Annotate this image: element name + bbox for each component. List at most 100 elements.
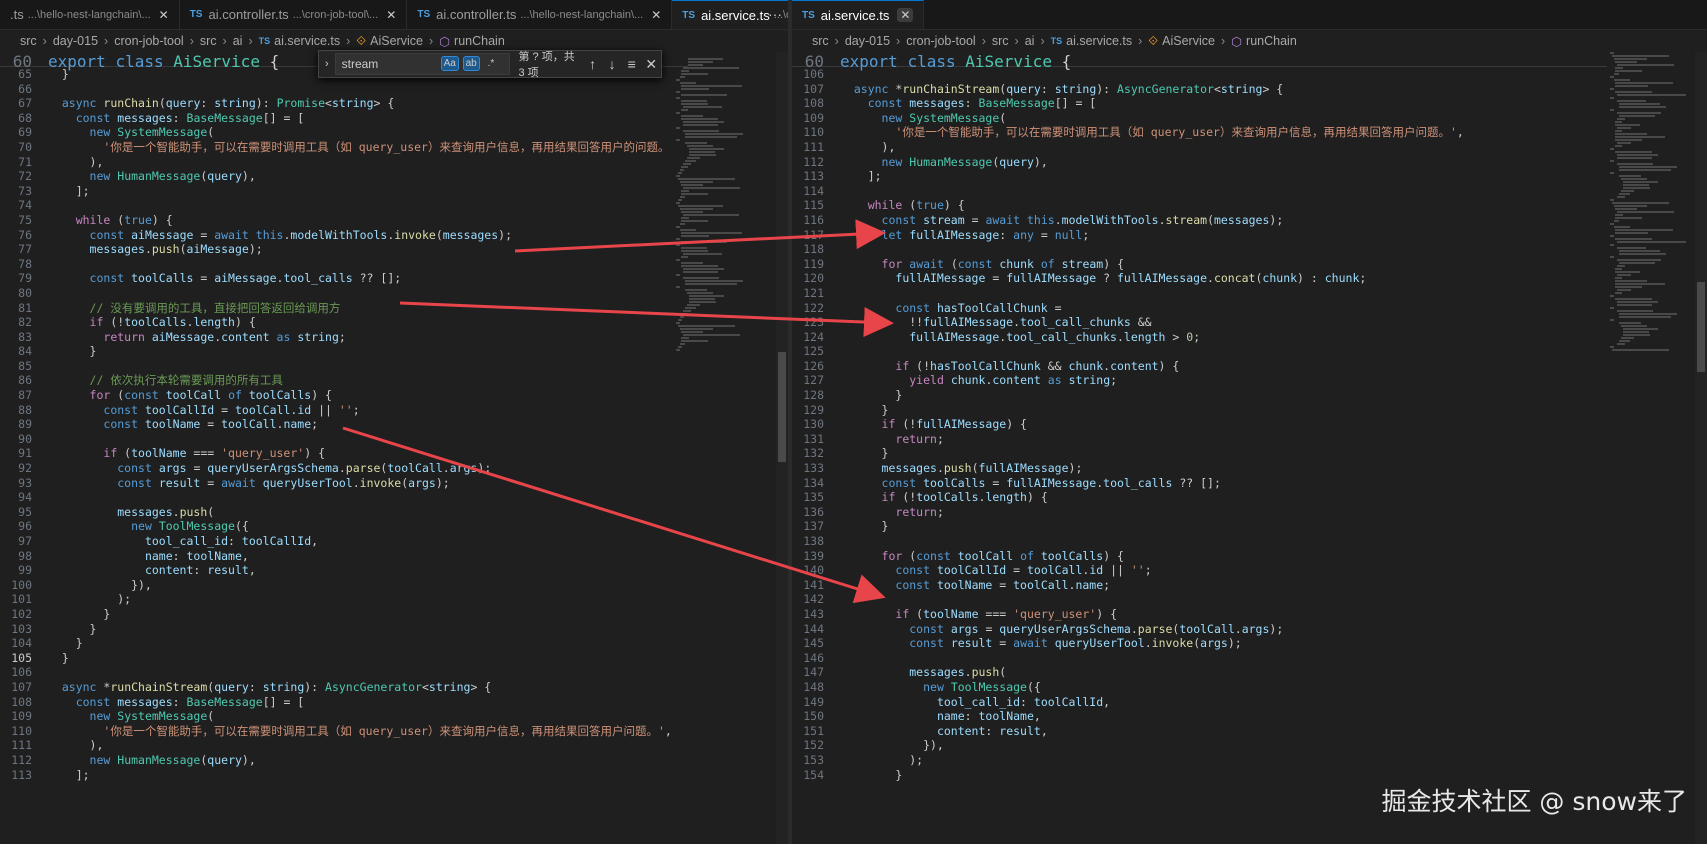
code-line[interactable]: 106 xyxy=(0,665,672,680)
code-line[interactable]: 146 xyxy=(792,651,1464,666)
code-line[interactable]: 151 content: result, xyxy=(792,724,1464,739)
code-line[interactable]: 114 xyxy=(792,184,1464,199)
code-line[interactable]: 90 xyxy=(0,432,672,447)
code-line[interactable]: 133 messages.push(fullAIMessage); xyxy=(792,461,1464,476)
editor-tab[interactable]: TS ai.controller.ts ...\hello-nest-langcha… xyxy=(407,0,673,29)
code-line[interactable]: 87 for (const toolCall of toolCalls) { xyxy=(0,388,672,403)
code-line[interactable]: 143 if (toolName === 'query_user') { xyxy=(792,607,1464,622)
code-line[interactable]: 85 xyxy=(0,359,672,374)
more-icon[interactable]: ··· xyxy=(768,6,782,22)
code-line[interactable]: 132 } xyxy=(792,446,1464,461)
code-line[interactable]: 125 xyxy=(792,344,1464,359)
code-line[interactable]: 67 async runChain(query: string): Promis… xyxy=(0,96,672,111)
code-line[interactable]: 86 // 依次执行本轮需要调用的所有工具 xyxy=(0,373,672,388)
code-line[interactable]: 103 } xyxy=(0,622,672,637)
breadcrumb-item[interactable]: ai xyxy=(233,34,243,48)
find-input[interactable]: stream Aa ab .* xyxy=(334,53,511,75)
use-regex-toggle[interactable]: .* xyxy=(486,57,497,70)
code-line[interactable]: 80 xyxy=(0,286,672,301)
code-line[interactable]: 73 ]; xyxy=(0,184,672,199)
code-line[interactable]: 105 } xyxy=(0,651,672,666)
close-icon[interactable]: ✕ xyxy=(641,56,661,73)
code-line[interactable]: 115 while (true) { xyxy=(792,198,1464,213)
match-case-toggle[interactable]: Aa xyxy=(440,56,459,71)
code-line[interactable]: 134 const toolCalls = fullAIMessage.tool… xyxy=(792,476,1464,491)
code-line[interactable]: 102 } xyxy=(0,607,672,622)
code-line[interactable]: 113 ]; xyxy=(792,169,1464,184)
code-line[interactable]: 71 ), xyxy=(0,155,672,170)
code-line[interactable]: 147 messages.push( xyxy=(792,665,1464,680)
breadcrumb-item[interactable]: day-015 xyxy=(845,34,890,48)
code-line[interactable]: 107 async *runChainStream(query: string)… xyxy=(792,82,1464,97)
breadcrumb-item[interactable]: runChain xyxy=(1246,34,1297,48)
code-line[interactable]: 120 fullAIMessage = fullAIMessage ? full… xyxy=(792,271,1464,286)
right-sticky-scroll[interactable]: 60 export class AiService { xyxy=(792,52,1607,71)
code-line[interactable]: 111 ), xyxy=(792,140,1464,155)
close-icon[interactable]: ✕ xyxy=(159,8,169,22)
code-line[interactable]: 153 ); xyxy=(792,753,1464,768)
breadcrumb-item[interactable]: day-015 xyxy=(53,34,98,48)
arrow-down-icon[interactable]: ↓ xyxy=(602,56,622,72)
code-line[interactable]: 136 return; xyxy=(792,505,1464,520)
code-line[interactable]: 95 messages.push( xyxy=(0,505,672,520)
code-line[interactable]: 107 async *runChainStream(query: string)… xyxy=(0,680,672,695)
code-line[interactable]: 135 if (!toolCalls.length) { xyxy=(792,490,1464,505)
code-line[interactable]: 110 '你是一个智能助手，可以在需要时调用工具（如 query_user）来查… xyxy=(792,125,1464,140)
find-widget[interactable]: › stream Aa ab .* 第 ? 项，共 3 项 ↑ ↓ ≡ ✕ xyxy=(318,50,662,79)
code-line[interactable]: 118 xyxy=(792,242,1464,257)
code-line[interactable]: 97 tool_call_id: toolCallId, xyxy=(0,534,672,549)
breadcrumb-item[interactable]: cron-job-tool xyxy=(114,34,183,48)
code-line[interactable]: 122 const hasToolCallChunk = xyxy=(792,301,1464,316)
code-line[interactable]: 92 const args = queryUserArgsSchema.pars… xyxy=(0,461,672,476)
code-line[interactable]: 154 } xyxy=(792,768,1464,783)
code-line[interactable]: 104 } xyxy=(0,636,672,651)
code-line[interactable]: 76 const aiMessage = await this.modelWit… xyxy=(0,228,672,243)
code-line[interactable]: 127 yield chunk.content as string; xyxy=(792,373,1464,388)
code-line[interactable]: 152 }), xyxy=(792,738,1464,753)
code-line[interactable]: 121 xyxy=(792,286,1464,301)
find-in-selection-icon[interactable]: ≡ xyxy=(622,56,642,72)
code-line[interactable]: 83 return aiMessage.content as string; xyxy=(0,330,672,345)
breadcrumb-item[interactable]: src xyxy=(992,34,1009,48)
code-line[interactable]: 109 new SystemMessage( xyxy=(792,111,1464,126)
code-line[interactable]: 77 messages.push(aiMessage); xyxy=(0,242,672,257)
code-line[interactable]: 140 const toolCallId = toolCall.id || ''… xyxy=(792,563,1464,578)
code-line[interactable]: 149 tool_call_id: toolCallId, xyxy=(792,695,1464,710)
code-line[interactable]: 129 } xyxy=(792,403,1464,418)
code-line[interactable]: 66 xyxy=(0,82,672,97)
code-line[interactable]: 88 const toolCallId = toolCall.id || ''; xyxy=(0,403,672,418)
breadcrumb-item[interactable]: src xyxy=(200,34,217,48)
code-line[interactable]: 112 new HumanMessage(query), xyxy=(792,155,1464,170)
code-line[interactable]: 130 if (!fullAIMessage) { xyxy=(792,417,1464,432)
code-line[interactable]: 89 const toolName = toolCall.name; xyxy=(0,417,672,432)
right-breadcrumb[interactable]: src › day-015 › cron-job-tool › src › ai › TS ai.se… xyxy=(792,30,1707,52)
code-line[interactable]: 113 ]; xyxy=(0,768,672,783)
find-toggle-replace-icon[interactable]: › xyxy=(319,58,335,70)
right-editor[interactable]: 60 export class AiService { 106 107 async… xyxy=(792,52,1707,844)
left-scrollbar[interactable] xyxy=(776,52,788,844)
code-line[interactable]: 72 new HumanMessage(query), xyxy=(0,169,672,184)
code-line[interactable]: 79 const toolCalls = aiMessage.tool_call… xyxy=(0,271,672,286)
code-line[interactable]: 116 const stream = await this.modelWithT… xyxy=(792,213,1464,228)
code-line[interactable]: 131 return; xyxy=(792,432,1464,447)
left-editor[interactable]: 60 export class AiService { 65 } 66 67 asy… xyxy=(0,52,788,844)
code-line[interactable]: 117 let fullAIMessage: any = null; xyxy=(792,228,1464,243)
right-minimap[interactable] xyxy=(1610,52,1700,372)
code-line[interactable]: 82 if (!toolCalls.length) { xyxy=(0,315,672,330)
close-icon[interactable]: ✕ xyxy=(651,8,661,22)
code-line[interactable]: 96 new ToolMessage({ xyxy=(0,519,672,534)
breadcrumb-item[interactable]: runChain xyxy=(454,34,505,48)
editor-tab[interactable]: TS ai.controller.ts ...\cron-job-tool\... ✕ xyxy=(180,0,408,29)
left-editor-pane[interactable]: .ts ...\hello-nest-langchain\... ✕ TS ai.con… xyxy=(0,0,788,844)
code-line[interactable]: 145 const result = await queryUserTool.i… xyxy=(792,636,1464,651)
code-line[interactable]: 94 xyxy=(0,490,672,505)
close-icon[interactable]: ✕ xyxy=(386,8,396,22)
code-line[interactable]: 150 name: toolName, xyxy=(792,709,1464,724)
breadcrumb-item[interactable]: ai.service.ts xyxy=(1066,34,1132,48)
code-line[interactable]: 142 xyxy=(792,592,1464,607)
code-line[interactable]: 74 xyxy=(0,198,672,213)
breadcrumb-item[interactable]: AiService xyxy=(370,34,423,48)
breadcrumb-item[interactable]: ai.service.ts xyxy=(274,34,340,48)
code-line[interactable]: 100 }), xyxy=(0,578,672,593)
code-line[interactable]: 69 new SystemMessage( xyxy=(0,125,672,140)
